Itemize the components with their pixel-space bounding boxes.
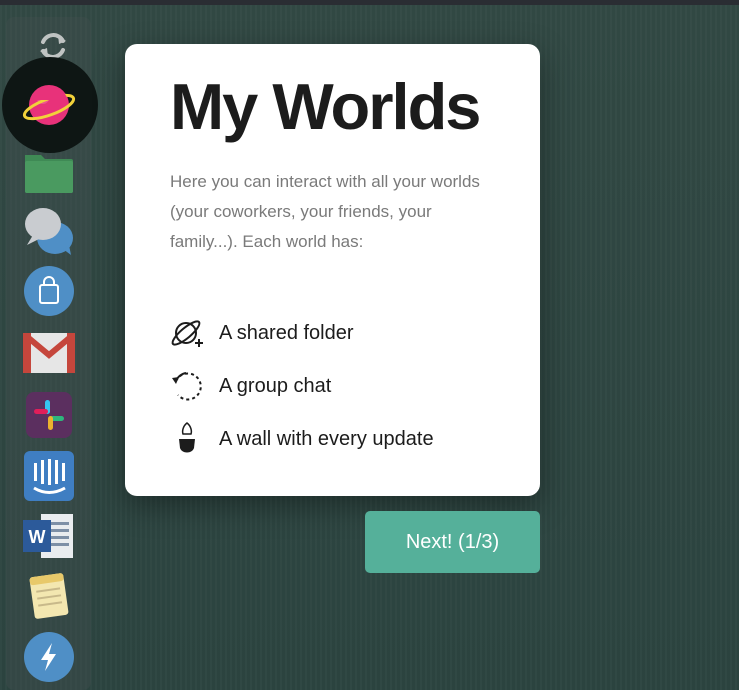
gmail-app-button[interactable]	[23, 327, 75, 379]
lightning-app-button[interactable]	[23, 631, 75, 683]
slack-icon	[26, 392, 72, 438]
lightning-icon	[23, 631, 75, 683]
feature-label: A wall with every update	[219, 427, 434, 450]
notes-icon	[26, 571, 72, 621]
intercom-app-button[interactable]	[23, 450, 75, 502]
feature-label: A shared folder	[219, 321, 354, 344]
word-app-button[interactable]: W	[23, 510, 75, 562]
card-title: My Worlds	[170, 70, 481, 143]
notes-app-button[interactable]	[23, 570, 75, 622]
svg-text:W: W	[29, 527, 46, 547]
planet-plus-icon	[170, 316, 204, 350]
tutorial-card: My Worlds Here you can interact with all…	[125, 44, 540, 496]
gmail-icon	[23, 333, 75, 373]
feature-wall: A wall with every update	[170, 422, 434, 456]
worlds-app-button[interactable]	[22, 78, 76, 132]
feature-group-chat: A group chat	[170, 369, 331, 403]
folder-icon	[23, 149, 75, 195]
intercom-icon	[24, 451, 74, 501]
store-app-button[interactable]	[23, 265, 75, 317]
shopping-bag-icon	[23, 265, 75, 317]
next-button[interactable]: Next! (1/3)	[365, 511, 540, 573]
slack-app-button[interactable]	[23, 389, 75, 441]
worlds-planet-icon	[22, 78, 76, 132]
group-chat-icon	[170, 369, 204, 403]
feature-shared-folder: A shared folder	[170, 316, 354, 350]
feature-label: A group chat	[219, 374, 332, 397]
folder-app-button[interactable]	[23, 146, 75, 198]
wall-update-icon	[170, 422, 204, 456]
chat-app-button[interactable]	[23, 205, 75, 257]
word-icon: W	[23, 512, 75, 560]
card-description: Here you can interact with all your worl…	[170, 172, 480, 251]
chat-bubbles-icon	[23, 205, 75, 257]
